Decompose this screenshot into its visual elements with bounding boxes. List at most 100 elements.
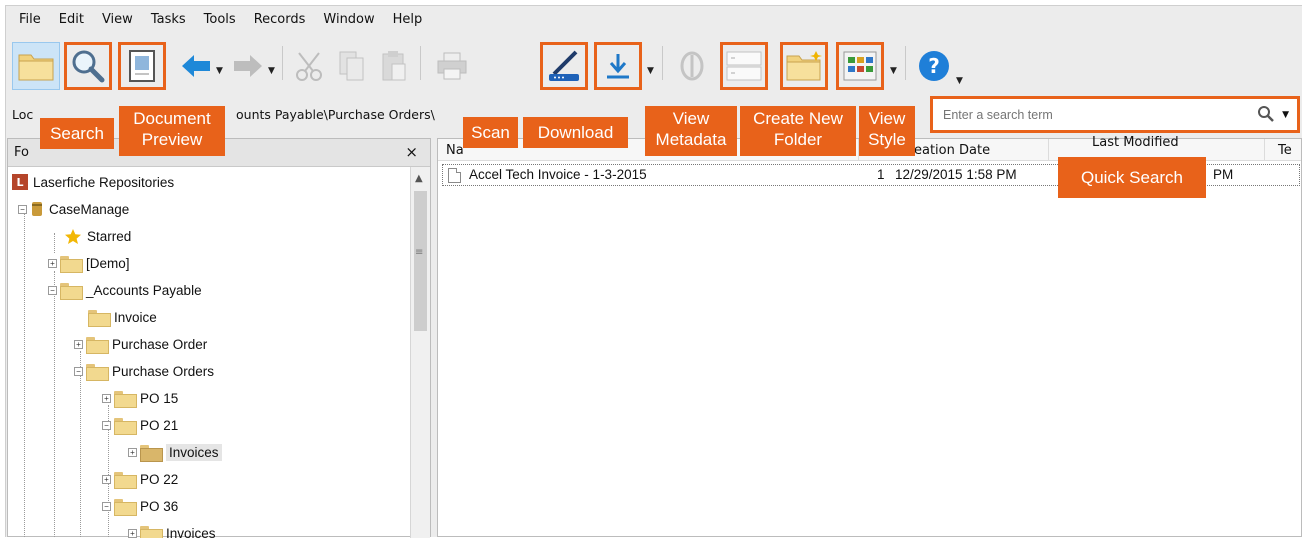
tree-node-po-36[interactable]: − PO 36 — [102, 495, 178, 517]
search-icon[interactable] — [1257, 105, 1275, 123]
help-button[interactable]: ? — [914, 42, 954, 90]
folder-icon — [140, 526, 161, 538]
scan-button[interactable] — [540, 42, 588, 90]
expand-icon[interactable]: + — [74, 340, 83, 349]
callout-quick-search: Quick Search — [1058, 157, 1206, 198]
callout-view-metadata-line2: Metadata — [648, 129, 734, 150]
toolbar-separator — [420, 46, 421, 80]
expand-icon[interactable]: + — [128, 448, 137, 457]
forward-arrow-icon — [232, 53, 264, 79]
scroll-thumb[interactable] — [414, 191, 427, 331]
close-icon[interactable]: × — [405, 143, 418, 161]
column-header-last-modified[interactable]: Last Modified — [1092, 135, 1179, 150]
download-dropdown-icon[interactable]: ▼ — [647, 66, 654, 76]
tree-node-po21-invoices[interactable]: + Invoices — [128, 441, 222, 463]
tree-node-accounts-payable[interactable]: − _Accounts Payable — [48, 279, 202, 301]
folder-icon — [114, 499, 135, 514]
callout-view-style-line1: View — [862, 108, 912, 129]
copy-button[interactable] — [332, 42, 372, 90]
folder-browser-button[interactable] — [12, 42, 60, 90]
search-button[interactable] — [64, 42, 112, 90]
tree-node-po36-invoices[interactable]: + Invoices — [128, 522, 216, 538]
callout-document-preview-line1: Document — [122, 108, 222, 129]
paste-button[interactable] — [374, 42, 414, 90]
forward-dropdown-icon[interactable]: ▼ — [268, 66, 275, 76]
collapse-icon[interactable]: − — [48, 286, 57, 295]
callout-download: Download — [523, 117, 628, 148]
create-new-folder-button[interactable] — [780, 42, 828, 90]
menu-tasks[interactable]: Tasks — [142, 10, 195, 32]
new-folder-icon — [785, 50, 823, 82]
download-icon — [603, 51, 633, 81]
menu-file[interactable]: File — [10, 10, 50, 32]
menu-records[interactable]: Records — [245, 10, 315, 32]
folder-icon — [114, 418, 135, 433]
tree-node-invoice[interactable]: Invoice — [88, 306, 157, 328]
collapse-icon[interactable]: − — [102, 502, 111, 511]
search-dropdown-icon[interactable]: ▼ — [1282, 110, 1289, 120]
column-divider[interactable] — [1264, 139, 1265, 161]
collapse-icon[interactable]: − — [102, 421, 111, 430]
folder-icon — [60, 256, 81, 271]
copy-icon — [338, 50, 366, 82]
tree-node-po-21[interactable]: − PO 21 — [102, 414, 178, 436]
callout-create-folder-line2: Folder — [743, 129, 853, 150]
tree-node-po-22[interactable]: + PO 22 — [102, 468, 178, 490]
tree-node-purchase-orders[interactable]: − Purchase Orders — [74, 360, 214, 382]
cut-button[interactable] — [290, 42, 330, 90]
paste-icon — [380, 50, 408, 82]
toolbar: ▼ ▼ ▼ ▼ ? ▼ — [10, 36, 1300, 98]
column-header-creation-date[interactable]: eation Date — [914, 143, 990, 158]
tree-node-po-15[interactable]: + PO 15 — [102, 387, 178, 409]
row-pages: 1 — [877, 167, 885, 182]
tree-node-laserfiche-repositories[interactable]: L Laserfiche Repositories — [12, 171, 174, 193]
callout-view-style: View Style — [859, 106, 915, 156]
collapse-icon[interactable]: − — [74, 367, 83, 376]
callout-document-preview-line2: Preview — [122, 129, 222, 150]
folder-pane-title: Fo — [14, 145, 29, 160]
column-divider[interactable] — [1048, 139, 1049, 161]
folder-tree: L Laserfiche Repositories − CaseManage S… — [8, 167, 412, 538]
svg-text:?: ? — [928, 54, 940, 78]
folder-pane: Fo × L Laserfiche Repositories − CaseMan… — [7, 138, 431, 537]
menu-help[interactable]: Help — [384, 10, 432, 32]
column-header-name[interactable]: Na — [446, 143, 464, 158]
expand-icon[interactable]: + — [102, 475, 111, 484]
view-style-dropdown-icon[interactable]: ▼ — [890, 66, 897, 76]
quick-search-input[interactable] — [941, 105, 1241, 125]
view-metadata-button[interactable] — [720, 42, 768, 90]
attachment-button[interactable] — [670, 42, 714, 90]
tree-node-casemanage[interactable]: − CaseManage — [18, 198, 129, 220]
download-button[interactable] — [594, 42, 642, 90]
row-modified: PM — [1213, 167, 1233, 182]
menu-view[interactable]: View — [93, 10, 142, 32]
column-header-te[interactable]: Te — [1278, 143, 1292, 158]
folder-icon — [114, 472, 135, 487]
toolbar-separator — [905, 46, 906, 80]
menu-window[interactable]: Window — [314, 10, 383, 32]
collapse-icon[interactable]: − — [18, 205, 27, 214]
back-button[interactable] — [178, 42, 214, 90]
folder-pane-scrollbar[interactable]: ▲ ≡ — [410, 167, 430, 538]
tree-node-demo[interactable]: + [Demo] — [48, 252, 130, 274]
document-preview-button[interactable] — [118, 42, 166, 90]
scanner-icon — [546, 48, 582, 84]
back-dropdown-icon[interactable]: ▼ — [216, 66, 223, 76]
folder-icon — [86, 364, 107, 379]
menu-tools[interactable]: Tools — [195, 10, 245, 32]
menu-edit[interactable]: Edit — [50, 10, 93, 32]
print-button[interactable] — [428, 42, 476, 90]
expand-icon[interactable]: + — [102, 394, 111, 403]
help-dropdown-icon[interactable]: ▼ — [956, 76, 963, 86]
expand-icon[interactable]: + — [48, 259, 57, 268]
forward-button[interactable] — [230, 42, 266, 90]
location-path[interactable]: ounts Payable\Purchase Orders\ — [236, 107, 435, 122]
view-style-button[interactable] — [836, 42, 884, 90]
row-created: 12/29/2015 1:58 PM — [895, 167, 1017, 182]
tree-node-starred[interactable]: Starred — [64, 225, 131, 247]
scroll-up-icon[interactable]: ▲ — [415, 173, 423, 184]
tree-node-purchase-order[interactable]: + Purchase Order — [74, 333, 207, 355]
callout-view-style-line2: Style — [862, 129, 912, 150]
folder-icon — [140, 445, 161, 460]
expand-icon[interactable]: + — [128, 529, 137, 538]
